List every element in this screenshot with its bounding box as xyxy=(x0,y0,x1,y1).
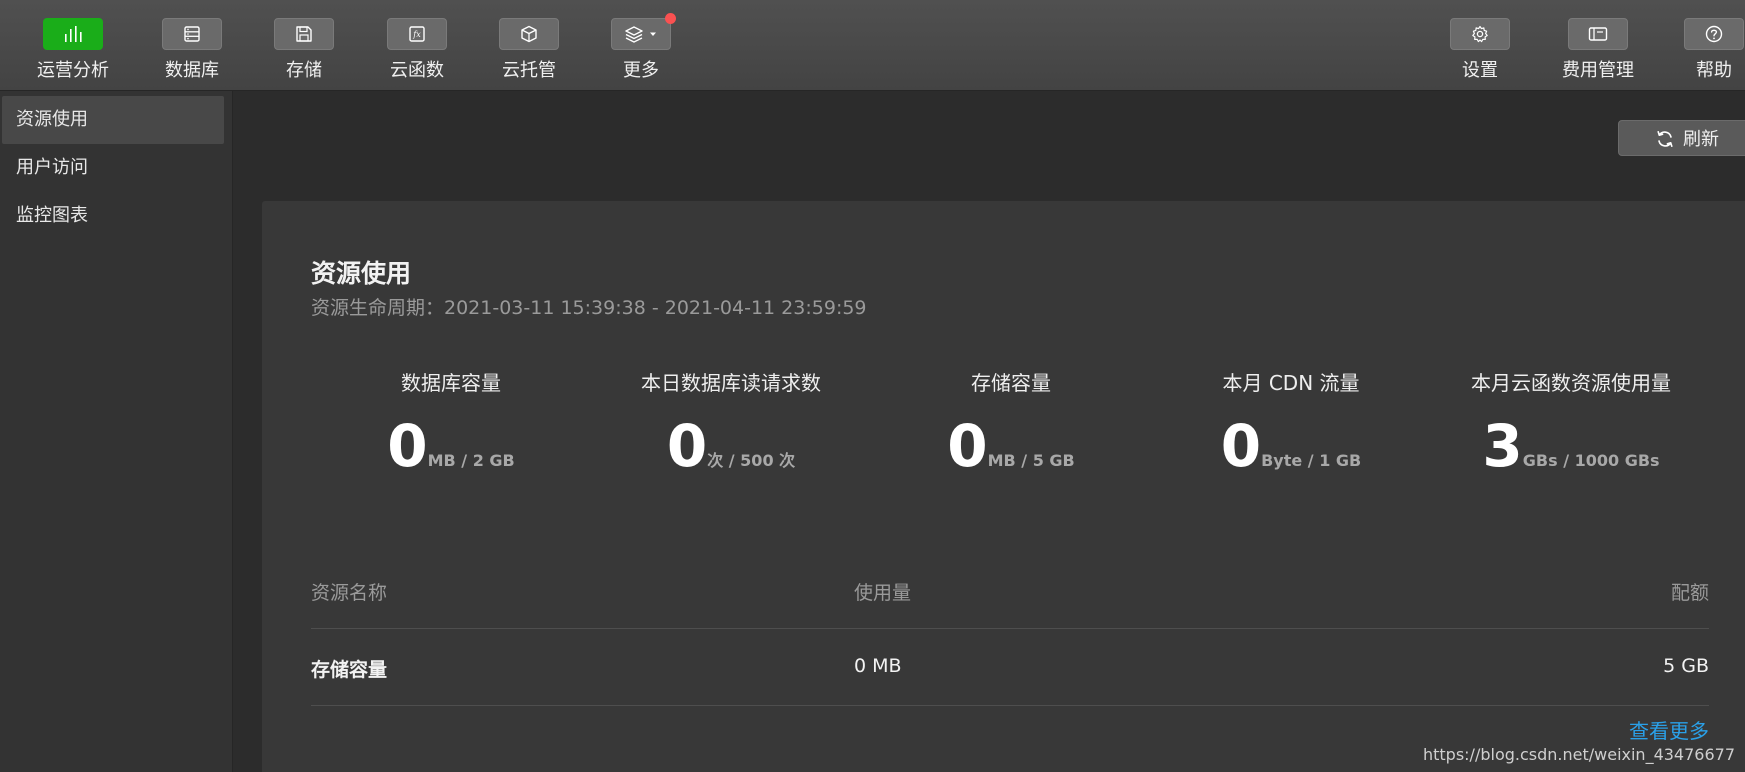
stat-unit: Byte / 1 GB xyxy=(1261,451,1362,470)
sidebar-item-monitoring-charts[interactable]: 监控图表 xyxy=(2,192,224,240)
column-header-quota: 配额 xyxy=(1670,582,1709,604)
stat-unit: MB / 5 GB xyxy=(987,451,1075,470)
column-header-name: 资源名称 xyxy=(311,582,388,604)
refresh-button[interactable]: 刷新 xyxy=(1618,120,1745,156)
toolbar-item-storage[interactable]: 存储 xyxy=(254,18,354,82)
view-more-link[interactable]: 查看更多 xyxy=(1629,715,1709,744)
stat-cdn-traffic: 本月 CDN 流量 0Byte / 1 GB xyxy=(1151,367,1431,478)
stat-unit: GBs / 1000 GBs xyxy=(1522,451,1660,470)
toolbar-item-billing[interactable]: 费用管理 xyxy=(1548,18,1648,82)
table-header: 资源名称 使用量 配额 xyxy=(311,552,1709,629)
toolbar-label: 云托管 xyxy=(502,60,556,81)
table-cell: 0 MB xyxy=(854,655,902,677)
billing-button[interactable] xyxy=(1568,18,1628,50)
stat-value: 0 xyxy=(666,412,708,480)
bar-chart-icon xyxy=(65,26,82,42)
stat-unit: MB / 2 GB xyxy=(427,451,515,470)
cloud-hosting-button[interactable] xyxy=(499,18,559,50)
top-toolbar: 运营分析 数据库 存储 fx 云函数 云托管 更多 设置 费用管理 帮助 xyxy=(0,0,1745,91)
toolbar-label: 更多 xyxy=(623,60,659,81)
storage-icon xyxy=(296,26,312,42)
toolbar-label: 设置 xyxy=(1462,60,1498,81)
watermark-url: https://blog.csdn.net/weixin_43476677 xyxy=(1422,745,1735,764)
toolbar-item-help[interactable]: 帮助 xyxy=(1664,18,1745,82)
cloud-function-button[interactable]: fx xyxy=(387,18,447,50)
layers-icon xyxy=(625,26,643,43)
stat-label: 本日数据库读请求数 xyxy=(641,371,821,395)
sidebar-item-user-access[interactable]: 用户访问 xyxy=(2,144,224,192)
help-icon xyxy=(1705,25,1723,43)
table-row: 存储容量 0 MB 5 GB xyxy=(311,629,1709,706)
resource-lifecycle: 资源生命周期：2021-03-11 15:39:38 - 2021-04-11 … xyxy=(311,297,867,319)
toolbar-item-database[interactable]: 数据库 xyxy=(142,18,242,82)
function-icon: fx xyxy=(409,26,425,42)
stat-value: 0 xyxy=(947,412,988,480)
box-icon xyxy=(521,25,537,43)
toolbar-label: 云函数 xyxy=(390,60,444,81)
svg-text:fx: fx xyxy=(412,30,421,39)
stat-unit: 次 / 500 次 xyxy=(707,451,796,470)
sidebar: 资源使用 用户访问 监控图表 xyxy=(0,91,233,772)
stat-value: 0 xyxy=(387,412,428,480)
stat-value: 3 xyxy=(1482,412,1523,480)
gear-icon xyxy=(1472,25,1488,43)
resource-usage-panel: 资源使用 资源生命周期：2021-03-11 15:39:38 - 2021-0… xyxy=(262,201,1745,772)
stat-label: 数据库容量 xyxy=(401,371,501,395)
stat-label: 本月云函数资源使用量 xyxy=(1471,371,1671,395)
resource-table: 资源名称 使用量 配额 存储容量 0 MB 5 GB xyxy=(311,552,1709,706)
stat-database-reads: 本日数据库读请求数 0次 / 500 次 xyxy=(591,367,871,478)
toolbar-item-cloud-hosting[interactable]: 云托管 xyxy=(479,18,579,82)
settings-button[interactable] xyxy=(1450,18,1510,50)
stat-label: 本月 CDN 流量 xyxy=(1222,371,1360,395)
toolbar-label: 费用管理 xyxy=(1562,60,1634,81)
toolbar-label: 帮助 xyxy=(1696,60,1732,81)
toolbar-item-settings[interactable]: 设置 xyxy=(1430,18,1530,82)
column-header-usage: 使用量 xyxy=(854,582,912,604)
caret-down-icon xyxy=(650,32,656,36)
more-button[interactable] xyxy=(611,13,676,50)
stat-storage-capacity: 存储容量 0MB / 5 GB xyxy=(871,367,1151,478)
refresh-label: 刷新 xyxy=(1683,129,1719,150)
table-cell: 存储容量 xyxy=(311,659,388,681)
stat-value: 0 xyxy=(1220,412,1262,480)
billing-icon xyxy=(1588,27,1608,41)
help-button[interactable] xyxy=(1684,18,1744,50)
toolbar-item-more[interactable]: 更多 xyxy=(591,13,691,82)
toolbar-item-cloud-function[interactable]: fx 云函数 xyxy=(367,18,467,82)
database-icon xyxy=(184,26,200,42)
sidebar-item-resource-usage[interactable]: 资源使用 xyxy=(2,96,224,144)
refresh-icon xyxy=(1657,131,1673,147)
toolbar-item-analytics[interactable]: 运营分析 xyxy=(23,18,123,82)
database-button[interactable] xyxy=(162,18,222,50)
analytics-button[interactable] xyxy=(43,18,103,50)
page-title: 资源使用 xyxy=(311,259,412,288)
toolbar-label: 存储 xyxy=(286,60,322,81)
toolbar-label: 数据库 xyxy=(165,60,219,81)
table-cell: 5 GB xyxy=(1663,655,1709,677)
stat-label: 存储容量 xyxy=(971,371,1051,395)
toolbar-label: 运营分析 xyxy=(37,60,109,81)
storage-button[interactable] xyxy=(274,18,334,50)
stat-database-capacity: 数据库容量 0MB / 2 GB xyxy=(311,367,591,478)
stat-cloud-function-usage: 本月云函数资源使用量 3GBs / 1000 GBs xyxy=(1431,367,1711,478)
notification-badge xyxy=(665,13,676,24)
